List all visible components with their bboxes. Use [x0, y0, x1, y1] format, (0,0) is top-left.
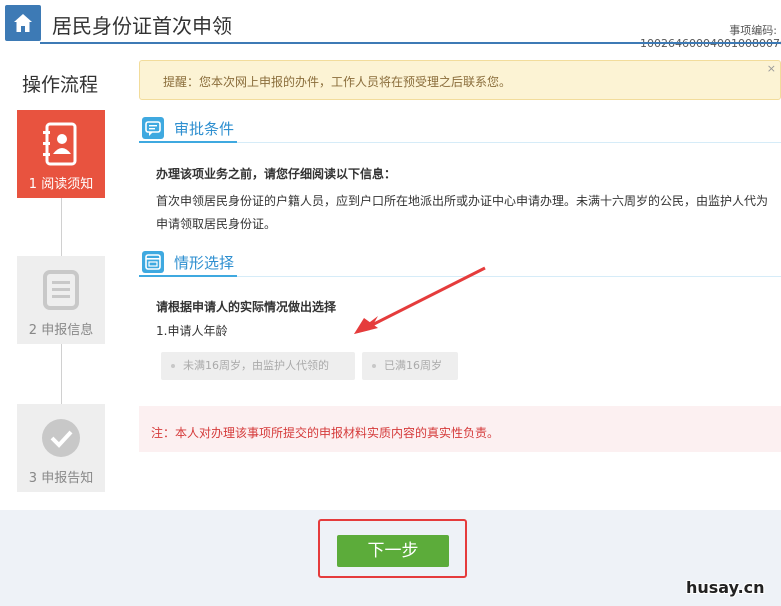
step-submit-info[interactable]: 2 申报信息	[17, 256, 105, 344]
step-label: 1 阅读须知	[28, 177, 94, 192]
address-book-icon	[43, 122, 77, 166]
reminder-notice: 提醒：您本次网上申报的办件，工作人员将在预受理之后联系您。 ×	[139, 60, 781, 100]
divider	[139, 275, 237, 277]
annotation-arrow-icon	[354, 266, 486, 334]
section-title: 情形选择	[174, 254, 235, 272]
question-label: 1.申请人年龄	[156, 324, 228, 338]
check-circle-icon	[42, 419, 80, 457]
step-connector	[61, 344, 62, 404]
home-button[interactable]	[5, 5, 41, 41]
chat-icon	[142, 117, 164, 139]
radio-dot-icon	[171, 364, 175, 368]
next-step-button[interactable]: 下一步	[337, 535, 449, 567]
warning-text: 注：本人对办理该事项所提交的申报材料实质内容的真实性负责。	[151, 426, 500, 440]
situation-prompt: 请根据申请人的实际情况做出选择	[156, 300, 337, 314]
window-icon	[142, 251, 164, 273]
option-label: 未满16周岁，由监护人代领的	[183, 359, 329, 372]
conditions-text: 首次申领居民身份证的户籍人员，应到户口所在地派出所或办证中心申请办理。未满十六周…	[156, 194, 769, 231]
liability-warning: 注：本人对办理该事项所提交的申报材料实质内容的真实性负责。	[139, 406, 781, 452]
conditions-subtitle: 办理该项业务之前，请您仔细阅读以下信息：	[156, 167, 397, 181]
document-list-icon	[43, 270, 79, 310]
page-title: 居民身份证首次申领	[52, 14, 232, 38]
home-icon	[14, 14, 32, 32]
step-submit-notice[interactable]: 3 申报告知	[17, 404, 105, 492]
header: 居民身份证首次申领 事项编码: 10026460004001008007015	[0, 0, 781, 50]
approval-conditions-header: 审批条件	[139, 114, 781, 144]
header-divider	[40, 42, 781, 44]
process-title: 操作流程	[22, 74, 99, 96]
option-over-16[interactable]: 已满16周岁	[362, 352, 458, 380]
close-icon[interactable]: ×	[767, 62, 776, 75]
step-label: 3 申报告知	[28, 471, 94, 486]
watermark: husay.cn	[686, 578, 765, 597]
item-code-label: 事项编码:	[729, 24, 777, 37]
notice-text: 提醒：您本次网上申报的办件，工作人员将在预受理之后联系您。	[163, 75, 512, 89]
option-label: 已满16周岁	[384, 359, 442, 372]
section-title: 审批条件	[174, 120, 235, 138]
divider	[139, 141, 237, 143]
step-label: 2 申报信息	[28, 323, 94, 338]
step-read-notice[interactable]: 1 阅读须知	[17, 110, 105, 198]
option-under-16[interactable]: 未满16周岁，由监护人代领的	[161, 352, 355, 380]
step-connector	[61, 198, 62, 256]
radio-dot-icon	[372, 364, 376, 368]
